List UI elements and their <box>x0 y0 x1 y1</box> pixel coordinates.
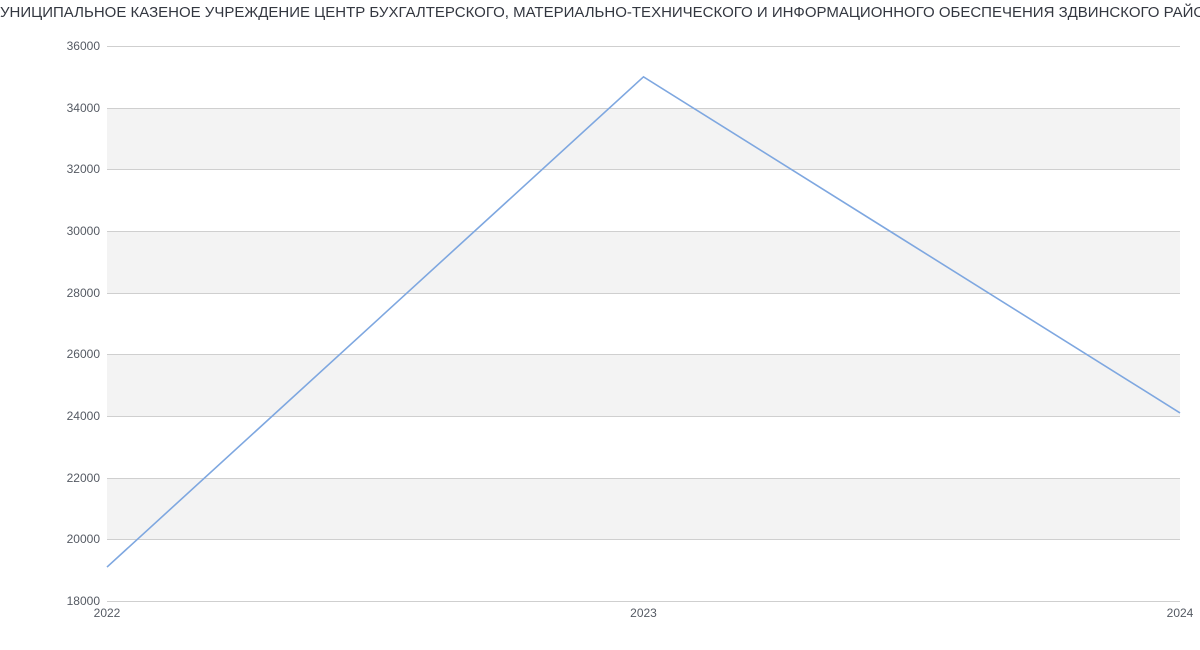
y-tick-label: 22000 <box>40 471 100 485</box>
y-tick-label: 26000 <box>40 347 100 361</box>
grid-line <box>107 601 1180 602</box>
y-tick-label: 32000 <box>40 162 100 176</box>
x-tick-label: 2022 <box>94 606 121 620</box>
chart-container: УНИЦИПАЛЬНОЕ КАЗЕНОЕ УЧРЕЖДЕНИЕ ЦЕНТР БУ… <box>0 0 1200 650</box>
y-tick-label: 36000 <box>40 39 100 53</box>
x-tick-label: 2024 <box>1167 606 1194 620</box>
y-tick-label: 24000 <box>40 409 100 423</box>
x-tick-label: 2023 <box>630 606 657 620</box>
plot-area <box>107 46 1180 601</box>
y-tick-label: 18000 <box>40 594 100 608</box>
y-tick-label: 28000 <box>40 286 100 300</box>
y-tick-label: 30000 <box>40 224 100 238</box>
chart-title: УНИЦИПАЛЬНОЕ КАЗЕНОЕ УЧРЕЖДЕНИЕ ЦЕНТР БУ… <box>0 4 1200 21</box>
y-tick-label: 20000 <box>40 532 100 546</box>
y-tick-label: 34000 <box>40 101 100 115</box>
line-series <box>107 46 1180 601</box>
